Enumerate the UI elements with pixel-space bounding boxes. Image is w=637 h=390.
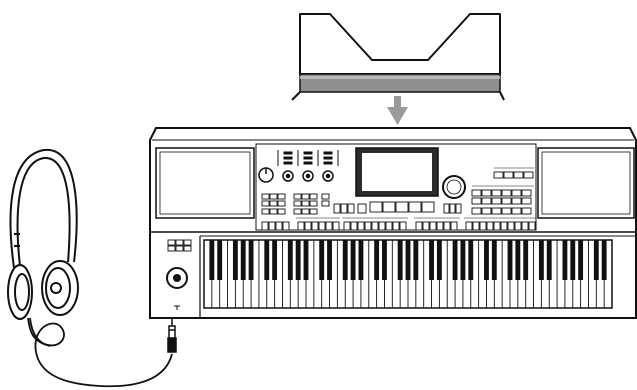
black-key — [358, 240, 364, 280]
black-key — [240, 240, 246, 280]
black-key — [515, 240, 521, 280]
black-key — [484, 240, 489, 280]
black-key — [436, 240, 442, 280]
diagram-canvas — [7, 13, 637, 388]
black-key — [491, 240, 497, 280]
left-speaker — [155, 147, 255, 219]
black-key — [601, 240, 607, 280]
black-key — [350, 240, 356, 280]
black-key — [295, 240, 301, 280]
headphone-plug — [167, 318, 177, 353]
volume-knob — [258, 167, 274, 183]
diagram-stage — [0, 0, 637, 390]
black-key — [327, 240, 332, 280]
black-key — [413, 240, 419, 280]
black-key — [232, 240, 238, 280]
black-key — [507, 240, 513, 280]
keyboard — [149, 127, 637, 319]
music-stand — [291, 13, 505, 101]
black-key — [382, 240, 387, 280]
headphone-cable — [27, 317, 173, 388]
black-key — [319, 240, 325, 280]
black-key — [287, 240, 293, 280]
black-key — [272, 240, 278, 280]
slider-group — [277, 150, 339, 166]
black-keys — [209, 240, 607, 280]
black-key — [578, 240, 584, 280]
black-key — [374, 240, 380, 280]
black-key — [523, 240, 529, 280]
right-speaker — [537, 147, 635, 219]
black-key — [452, 240, 458, 280]
black-key — [264, 240, 270, 280]
black-key — [397, 240, 403, 280]
attach-arrow — [387, 96, 408, 125]
black-key — [546, 240, 552, 280]
black-key — [468, 240, 474, 280]
black-key — [405, 240, 411, 280]
black-key — [248, 240, 254, 280]
black-key — [460, 240, 466, 280]
headphones — [7, 148, 79, 320]
black-key — [303, 240, 309, 280]
black-key — [538, 240, 544, 280]
black-key — [217, 240, 223, 280]
button-row-lower — [261, 221, 536, 231]
data-wheel — [442, 175, 466, 199]
black-key — [593, 240, 599, 280]
black-key — [209, 240, 215, 280]
black-key — [342, 240, 348, 280]
control-knobs — [282, 170, 334, 182]
black-key — [562, 240, 568, 280]
black-key — [570, 240, 576, 280]
black-key — [429, 240, 434, 280]
